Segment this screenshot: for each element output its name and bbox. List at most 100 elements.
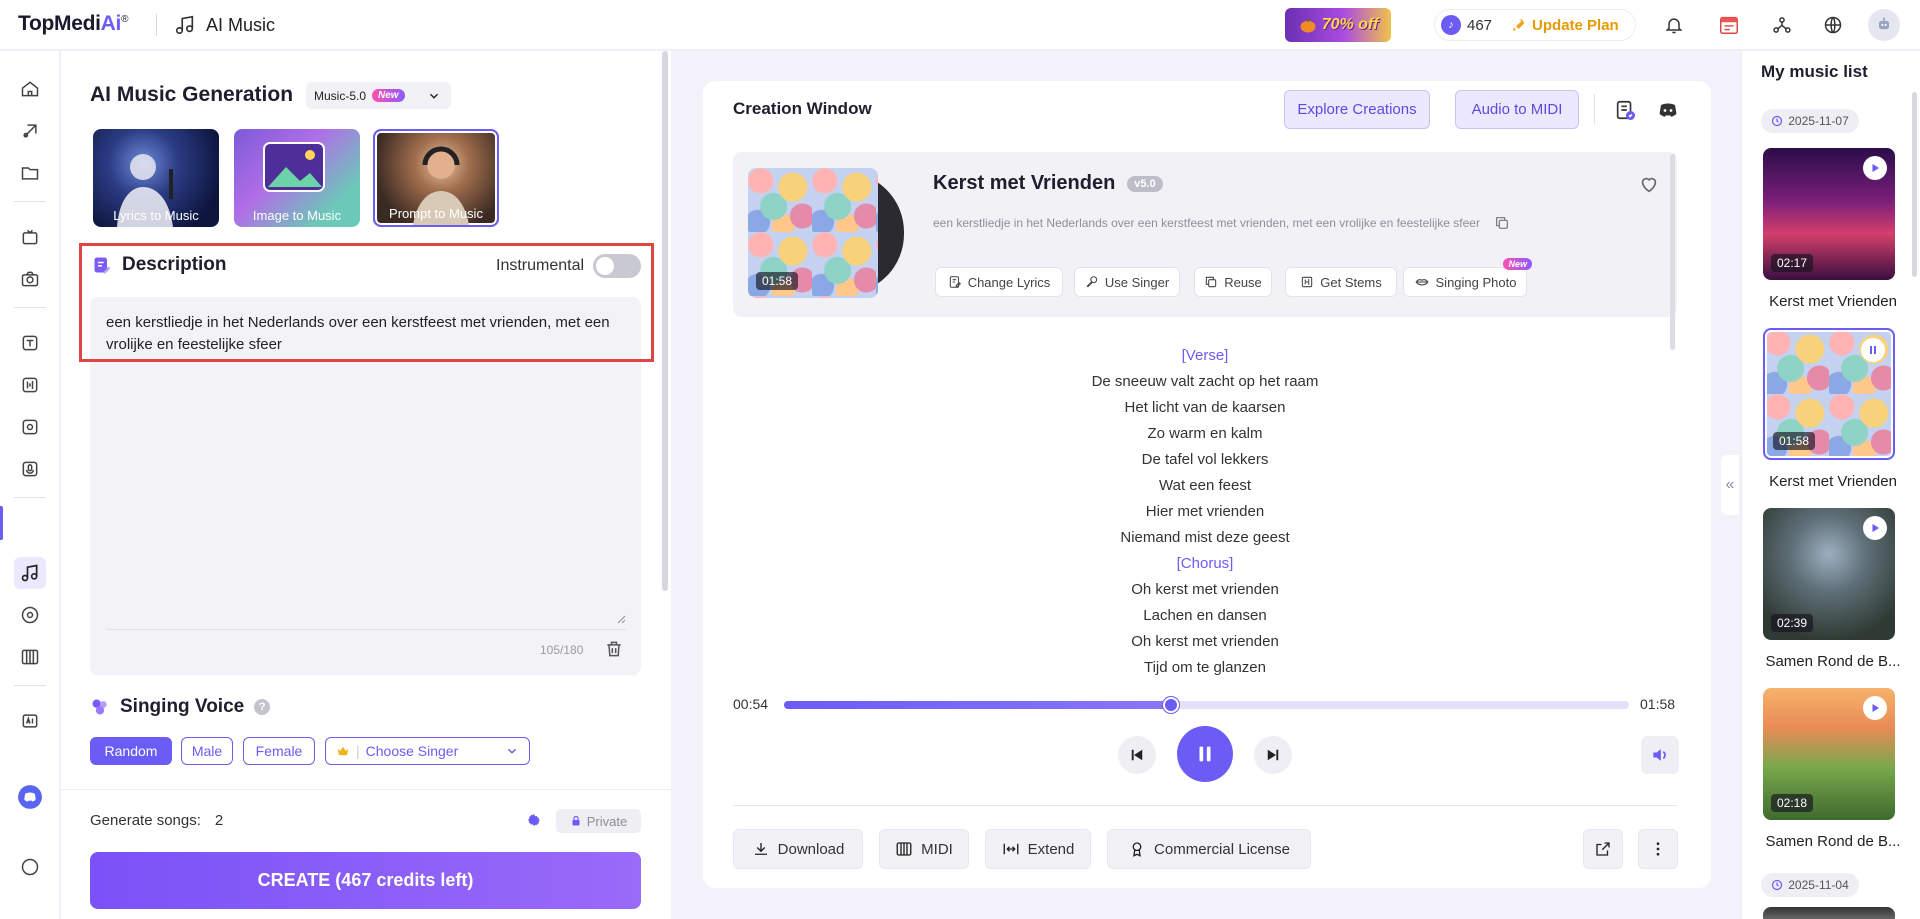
voice-female-button[interactable]: Female bbox=[243, 737, 315, 765]
description-char-count: 105/180 bbox=[540, 643, 584, 657]
use-singer-button[interactable]: Use Singer bbox=[1074, 267, 1180, 297]
music-list-item-title[interactable]: Samen Rond de B... bbox=[1763, 833, 1903, 850]
mode-prompt-to-music[interactable]: Prompt to Music bbox=[373, 129, 499, 227]
resize-grip-icon[interactable] bbox=[614, 612, 626, 624]
nav-discord-icon[interactable] bbox=[14, 781, 46, 813]
music-list-item-thumb[interactable]: 01:58 bbox=[1763, 328, 1895, 460]
app-title: AI Music bbox=[174, 14, 275, 36]
nav-piano-icon[interactable] bbox=[14, 641, 46, 673]
music-list-item-thumb[interactable]: 02:39 bbox=[1763, 508, 1895, 640]
music-list-item-title[interactable]: Kerst met Vrienden bbox=[1763, 293, 1903, 310]
song-card-scrollbar[interactable] bbox=[1670, 154, 1675, 350]
heart-icon[interactable] bbox=[1638, 173, 1660, 195]
play-icon[interactable] bbox=[1863, 516, 1887, 540]
item-duration: 02:39 bbox=[1771, 614, 1814, 632]
music-list-item-thumb[interactable]: 02:18 bbox=[1763, 688, 1895, 820]
music-list-item-thumb[interactable]: 02:17 bbox=[1763, 148, 1895, 280]
discord-icon[interactable] bbox=[1655, 97, 1681, 123]
nav-divider bbox=[14, 497, 46, 498]
audio-to-midi-button[interactable]: Audio to MIDI bbox=[1455, 90, 1579, 129]
nav-active-indicator bbox=[0, 506, 3, 540]
voice-random-button[interactable]: Random bbox=[90, 737, 172, 765]
create-button[interactable]: CREATE (467 credits left) bbox=[90, 852, 641, 909]
previous-track-button[interactable] bbox=[1118, 736, 1156, 774]
nav-voice-changer-icon[interactable] bbox=[14, 369, 46, 401]
help-icon[interactable]: ? bbox=[254, 699, 271, 715]
lyric-line: Oh kerst met vrienden bbox=[1131, 581, 1279, 598]
share-external-button[interactable] bbox=[1583, 829, 1623, 869]
mode-image-to-music[interactable]: Image to Music bbox=[234, 129, 360, 227]
explore-creations-button[interactable]: Explore Creations bbox=[1284, 90, 1430, 129]
nav-vocal-remover-icon[interactable] bbox=[14, 411, 46, 443]
notification-bell-icon[interactable] bbox=[1659, 10, 1689, 40]
share-nodes-icon[interactable] bbox=[1767, 10, 1797, 40]
volume-button[interactable] bbox=[1641, 736, 1679, 774]
settings-gear-icon[interactable] bbox=[524, 810, 544, 830]
song-cover-art[interactable]: 01:58 bbox=[748, 168, 878, 298]
music-list-item-thumb[interactable] bbox=[1763, 907, 1895, 919]
external-link-icon bbox=[1596, 842, 1610, 856]
music-list-item-title[interactable]: Samen Rond de B... bbox=[1763, 653, 1903, 670]
progress-handle[interactable] bbox=[1163, 697, 1179, 713]
get-stems-button[interactable]: Get Stems bbox=[1285, 267, 1397, 297]
update-plan-link[interactable]: Update Plan bbox=[1510, 17, 1619, 34]
globe-icon[interactable] bbox=[1818, 10, 1848, 40]
pause-button[interactable] bbox=[1177, 726, 1233, 782]
model-selector[interactable]: Music-5.0 New bbox=[306, 82, 451, 109]
next-track-button[interactable] bbox=[1254, 736, 1292, 774]
nav-ai-music-icon[interactable] bbox=[14, 557, 46, 589]
task-list-icon[interactable] bbox=[1612, 97, 1638, 123]
singing-photo-new-badge: New bbox=[1503, 258, 1532, 270]
top-bar: TopMediAi® AI Music 70% off ♪ 467 Update… bbox=[0, 0, 1920, 50]
creation-window-title: Creation Window bbox=[733, 99, 872, 118]
copy-icon[interactable] bbox=[1494, 215, 1510, 231]
instrumental-toggle[interactable] bbox=[593, 254, 641, 278]
nav-disc-icon[interactable] bbox=[14, 599, 46, 631]
nav-voice-clone-icon[interactable] bbox=[14, 453, 46, 485]
download-button[interactable]: Download bbox=[733, 829, 863, 869]
mode-lyrics-to-music[interactable]: Lyrics to Music bbox=[93, 129, 219, 227]
double-chevron-left-icon: « bbox=[1725, 476, 1735, 493]
credits-pill[interactable]: ♪ 467 Update Plan bbox=[1434, 9, 1636, 41]
choose-singer-label: Choose Singer bbox=[365, 743, 459, 759]
voice-male-button[interactable]: Male bbox=[181, 737, 233, 765]
music-list-scrollbar[interactable] bbox=[1912, 92, 1917, 277]
trash-icon[interactable] bbox=[604, 639, 624, 659]
nav-ai-tools-icon[interactable] bbox=[14, 705, 46, 737]
current-time: 00:54 bbox=[733, 696, 769, 712]
nav-home-icon[interactable] bbox=[14, 73, 46, 105]
item-duration: 01:58 bbox=[1773, 432, 1816, 450]
extend-button[interactable]: Extend bbox=[985, 829, 1091, 869]
user-avatar[interactable] bbox=[1868, 9, 1900, 41]
commercial-license-button[interactable]: Commercial License bbox=[1107, 829, 1311, 869]
collapse-panel-button[interactable]: « bbox=[1721, 455, 1739, 515]
item-duration: 02:17 bbox=[1771, 254, 1814, 272]
nav-text-speech-icon[interactable] bbox=[14, 327, 46, 359]
promo-text: 70% off bbox=[1321, 16, 1379, 33]
singing-photo-button[interactable]: Singing Photo New bbox=[1403, 258, 1532, 297]
play-icon[interactable] bbox=[1863, 696, 1887, 720]
midi-button[interactable]: MIDI bbox=[879, 829, 969, 869]
description-text[interactable]: een kerstliedje in het Nederlands over e… bbox=[106, 312, 626, 356]
calendar-gift-icon[interactable] bbox=[1714, 10, 1744, 40]
play-icon[interactable] bbox=[1863, 156, 1887, 180]
change-lyrics-button[interactable]: Change Lyrics bbox=[935, 267, 1063, 297]
instrumental-label: Instrumental bbox=[496, 257, 585, 274]
panel-scrollbar[interactable] bbox=[662, 51, 668, 591]
skip-back-icon bbox=[1131, 749, 1143, 761]
logo[interactable]: TopMediAi® bbox=[18, 12, 128, 36]
nav-video-gift-icon[interactable] bbox=[14, 221, 46, 253]
music-list-item-title[interactable]: Kerst met Vrienden bbox=[1763, 473, 1903, 490]
nav-feedback-icon[interactable] bbox=[14, 851, 46, 883]
pause-icon[interactable] bbox=[1861, 338, 1885, 362]
version-badge: v5.0 bbox=[1127, 175, 1163, 192]
nav-camera-icon[interactable] bbox=[14, 263, 46, 295]
nav-explore-icon[interactable] bbox=[14, 115, 46, 147]
more-options-button[interactable] bbox=[1638, 829, 1678, 869]
nav-folder-icon[interactable] bbox=[14, 157, 46, 189]
private-toggle[interactable]: Private bbox=[556, 809, 641, 833]
promo-banner[interactable]: 70% off bbox=[1285, 8, 1391, 42]
choose-singer-dropdown[interactable]: | Choose Singer bbox=[325, 737, 530, 765]
reuse-button[interactable]: Reuse bbox=[1194, 267, 1272, 297]
left-nav bbox=[0, 51, 60, 919]
